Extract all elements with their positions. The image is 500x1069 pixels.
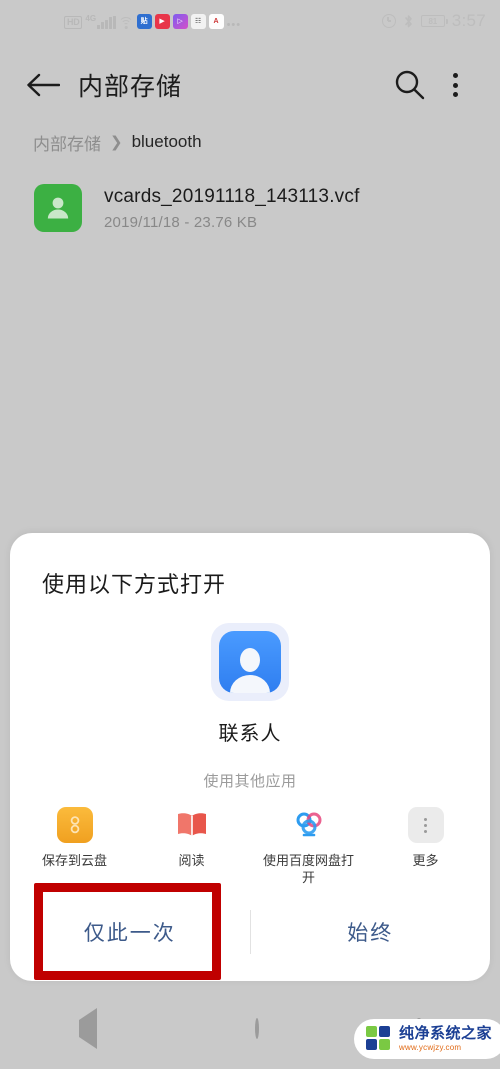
- file-list-item[interactable]: vcards_20191118_143113.vcf 2019/11/18 - …: [0, 172, 500, 244]
- nav-home-button[interactable]: [255, 1018, 259, 1039]
- book-reader-icon: [174, 807, 210, 843]
- just-once-button[interactable]: 仅此一次: [10, 883, 250, 981]
- notification-app-icon-1: 贴: [136, 13, 152, 29]
- primary-app-option[interactable]: 联系人: [10, 623, 490, 746]
- notification-app-icon-4: ☷: [190, 13, 206, 29]
- breadcrumb-root[interactable]: 内部存储: [33, 130, 101, 155]
- arrow-left-icon: [27, 73, 60, 97]
- app-option-label: 更多: [412, 853, 439, 868]
- nav-back-button[interactable]: [79, 1008, 97, 1049]
- contacts-app-glyph: [219, 631, 281, 693]
- signal-strength-icon: [97, 15, 116, 29]
- bluetooth-icon: [403, 14, 414, 29]
- open-with-sheet: 使用以下方式打开 联系人 使用其他应用 保存到云盘 阅读 使用百度网盘打开 更多…: [10, 533, 490, 981]
- app-option-more[interactable]: 更多: [367, 807, 484, 886]
- other-apps-title: 使用其他应用: [203, 773, 297, 790]
- notification-app-icon-5: A: [208, 13, 224, 29]
- network-type-label: 4G: [85, 13, 97, 23]
- app-option-cloud-save[interactable]: 保存到云盘: [16, 807, 133, 886]
- page-title: 内部存储: [78, 72, 183, 101]
- hd-icon: HD: [64, 15, 83, 29]
- back-button[interactable]: [22, 64, 64, 106]
- app-option-label: 使用百度网盘打开: [262, 853, 354, 885]
- watermark-text: 纯净系统之家 www.ycwjzy.com: [399, 1026, 492, 1052]
- watermark-pill: 纯净系统之家 www.ycwjzy.com: [354, 1019, 500, 1059]
- file-meta: 2019/11/18 - 23.76 KB: [104, 213, 258, 231]
- sheet-title: 使用以下方式打开: [42, 572, 227, 597]
- overflow-menu-button[interactable]: [432, 62, 478, 108]
- more-dots-icon: [407, 807, 444, 843]
- other-apps-row: 保存到云盘 阅读 使用百度网盘打开 更多: [10, 807, 490, 886]
- chevron-right-icon: ❯: [110, 134, 123, 151]
- breadcrumb-current[interactable]: bluetooth: [132, 132, 202, 152]
- notification-overflow-icon: •••: [226, 18, 242, 31]
- nav-back-icon: [79, 1008, 97, 1049]
- cloud-save-icon: [56, 807, 93, 843]
- search-icon: [395, 70, 425, 100]
- baidu-netdisk-icon: [291, 807, 327, 843]
- notification-app-icon-2: ▶: [154, 13, 170, 29]
- site-watermark: 纯净系统之家 www.ycwjzy.com: [350, 1017, 500, 1065]
- notification-app-icon-3: ▷: [172, 13, 188, 29]
- kebab-menu-icon: [452, 73, 458, 97]
- status-bar-right: 81 3:57: [381, 11, 486, 31]
- app-option-reader[interactable]: 阅读: [133, 807, 250, 886]
- status-bar-left: HD 4G 贴 ▶ ▷ ☷ A •••: [14, 13, 242, 31]
- search-button[interactable]: [386, 62, 432, 108]
- status-bar: HD 4G 贴 ▶ ▷ ☷ A ••• 81 3:57: [0, 0, 500, 42]
- file-name: vcards_20191118_143113.vcf: [104, 185, 360, 207]
- breadcrumb: 内部存储 ❯ bluetooth: [0, 125, 500, 159]
- sheet-actions: 仅此一次 始终: [10, 883, 490, 981]
- battery-level-label: 81: [428, 16, 438, 26]
- watermark-url: www.ycwjzy.com: [399, 1043, 462, 1052]
- always-button[interactable]: 始终: [251, 883, 491, 981]
- app-toolbar: 内部存储: [0, 52, 500, 118]
- clock-label: 3:57: [451, 11, 486, 30]
- primary-app-label: 联系人: [218, 723, 282, 745]
- nav-home-icon: [255, 1018, 259, 1039]
- app-option-label: 保存到云盘: [41, 853, 107, 868]
- contact-file-icon: [34, 184, 82, 232]
- file-info: vcards_20191118_143113.vcf 2019/11/18 - …: [104, 186, 360, 231]
- battery-icon: 81: [420, 15, 448, 27]
- alarm-icon: [381, 14, 396, 28]
- contacts-app-icon: [211, 623, 289, 701]
- app-option-label: 阅读: [178, 853, 205, 868]
- wifi-icon: [118, 16, 134, 29]
- watermark-name: 纯净系统之家: [399, 1024, 493, 1042]
- app-option-baidu-netdisk[interactable]: 使用百度网盘打开: [250, 807, 367, 886]
- watermark-logo-icon: [366, 1026, 392, 1052]
